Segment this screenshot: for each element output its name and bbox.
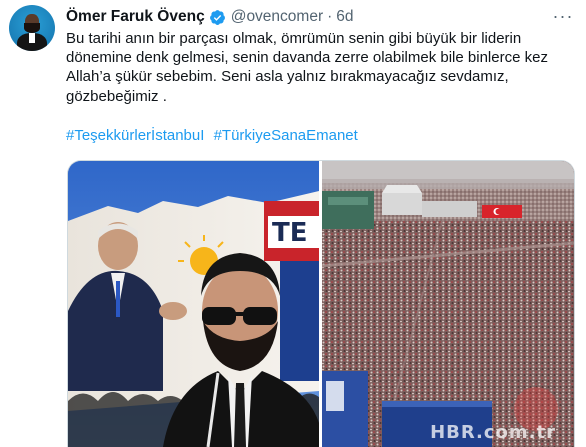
billboard-text: TE (272, 218, 308, 248)
tweet-text-line: Bu tarihi anın bir parçası olmak, ömrümü… (66, 30, 522, 47)
avatar-shirt (29, 33, 35, 43)
crowd-photo-illustration (322, 161, 574, 447)
crowd-photo[interactable]: HBR.com.tr (322, 161, 574, 447)
tweet-timestamp[interactable]: 6d (336, 8, 353, 26)
hashtag-link[interactable]: #TeşekkürlerİstanbuI (66, 127, 204, 144)
selfie-photo-illustration: TE (68, 161, 319, 447)
hashtag-link[interactable]: #TürkiyeSanaEmanet (214, 127, 358, 144)
selfie-photo[interactable]: TE (68, 161, 319, 447)
avatar-beard (24, 23, 40, 33)
verified-badge-icon (209, 9, 225, 25)
tweet-text: Bu tarihi anın bir parçası olmak, ömrümü… (66, 29, 576, 106)
more-options-icon[interactable]: ··· (550, 6, 576, 26)
watermark-text: HBR.com.tr (430, 422, 556, 443)
header-separator: · (327, 8, 333, 25)
tweet-text-line: Allah’a şükür sebebim. Seni asla yalnız … (66, 68, 509, 86)
hashtag-row: #TeşekkürlerİstanbuI #TürkiyeSanaEmanet (66, 127, 363, 144)
tweet-text-line: dönemine denk gelmesi, senin davanda zer… (66, 49, 548, 67)
author-handle[interactable]: @ovencomer (231, 8, 323, 26)
tweet-media-grid: TE HBR.com.tr (67, 160, 575, 447)
author-avatar[interactable] (9, 5, 55, 51)
author-name[interactable]: Ömer Faruk Övenç (66, 8, 205, 26)
tweet-header: Ömer Faruk Övenç @ovencomer · 6d (66, 7, 354, 27)
tweet-text-line: gözbebeğimiz . (66, 87, 167, 105)
